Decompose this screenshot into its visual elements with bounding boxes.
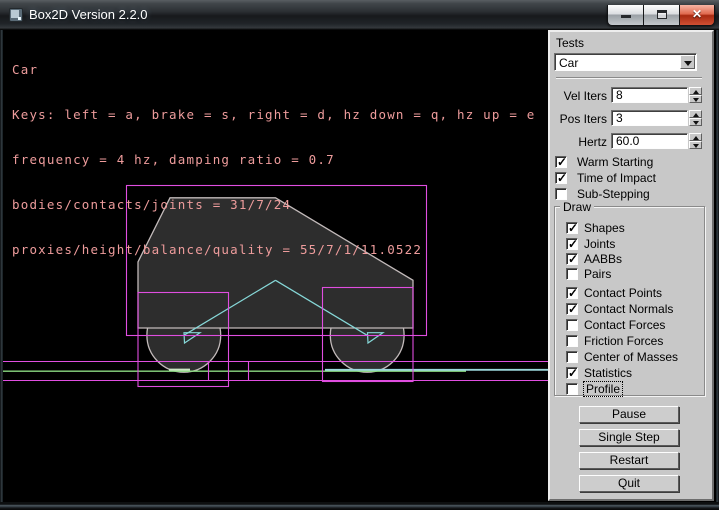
checkbox-icon xyxy=(566,268,578,280)
checkbox-label: Shapes xyxy=(584,221,625,235)
checkbox-icon xyxy=(555,156,567,168)
checkbox-icon xyxy=(566,351,578,363)
checkbox-icon xyxy=(566,383,578,395)
quit-button[interactable]: Quit xyxy=(579,475,679,492)
app-window: Box2D Version 2.2.0 ✕ xyxy=(0,0,719,510)
spin-up-button[interactable] xyxy=(689,87,702,95)
stats-readout: Car Keys: left = a, brake = s, right = d… xyxy=(12,32,536,287)
checkbox-icon xyxy=(566,367,578,379)
stats-line: Car xyxy=(12,62,536,77)
simulation-canvas[interactable]: Car Keys: left = a, brake = s, right = d… xyxy=(3,30,548,503)
stats-line: frequency = 4 hz, damping ratio = 0.7 xyxy=(12,152,536,167)
checkbox-icon xyxy=(566,335,578,347)
checkbox-label: Contact Normals xyxy=(584,302,673,316)
pos-iters-input[interactable] xyxy=(611,110,688,126)
spin-down-button[interactable] xyxy=(689,95,702,103)
pos-iters-label: Pos Iters xyxy=(551,112,607,126)
app-icon xyxy=(9,8,23,22)
tests-label: Tests xyxy=(556,36,584,50)
checkbox-label: Warm Starting xyxy=(577,155,653,169)
checkbox-icon xyxy=(566,319,578,331)
vel-iters-label: Vel Iters xyxy=(551,89,607,103)
window-controls: ✕ xyxy=(607,5,715,26)
spin-up-button[interactable] xyxy=(689,110,702,118)
checkbox-label: Contact Forces xyxy=(584,318,665,332)
checkbox-label: Statistics xyxy=(584,366,632,380)
checkbox-label: Center of Masses xyxy=(584,350,678,364)
chevron-down-icon xyxy=(684,61,692,66)
draw-group-title: Draw xyxy=(560,200,594,214)
stats-line: Keys: left = a, brake = s, right = d, hz… xyxy=(12,107,536,122)
spin-down-button[interactable] xyxy=(689,141,702,149)
checkbox-label: Joints xyxy=(584,237,615,251)
arrow-down-icon xyxy=(693,121,699,125)
checkbox-icon xyxy=(566,222,578,234)
checkbox-label: Profile xyxy=(584,382,622,396)
checkbox-label: Sub-Stepping xyxy=(577,187,650,201)
title-bar[interactable]: Box2D Version 2.2.0 ✕ xyxy=(0,0,719,30)
checkbox-label: Pairs xyxy=(584,267,611,281)
single-step-button[interactable]: Single Step xyxy=(579,429,679,446)
hertz-label: Hertz xyxy=(551,135,607,149)
checkbox-icon xyxy=(566,303,578,315)
tests-dropdown[interactable]: Car xyxy=(554,53,697,71)
control-panel: Tests Car Vel Iters Pos Iters Hertz War xyxy=(548,30,714,501)
arrow-up-icon xyxy=(693,90,699,94)
checkbox-label: Contact Points xyxy=(584,286,662,300)
close-icon: ✕ xyxy=(680,7,714,21)
minimize-button[interactable] xyxy=(608,5,644,25)
minimize-icon xyxy=(621,15,631,18)
checkbox-icon xyxy=(566,287,578,299)
arrow-down-icon xyxy=(693,144,699,148)
checkbox-icon xyxy=(566,253,578,265)
checkbox-icon xyxy=(566,238,578,250)
hertz-spinner xyxy=(689,133,702,149)
window-border-left xyxy=(0,30,3,510)
checkbox-icon xyxy=(555,172,567,184)
window-border-bottom xyxy=(0,502,719,510)
checkbox-label: Time of Impact xyxy=(577,171,656,185)
spin-up-button[interactable] xyxy=(689,133,702,141)
maximize-icon xyxy=(657,10,667,19)
restart-button[interactable]: Restart xyxy=(579,452,679,469)
vel-iters-input[interactable] xyxy=(611,87,688,103)
spin-down-button[interactable] xyxy=(689,118,702,126)
window-title: Box2D Version 2.2.0 xyxy=(29,7,148,22)
maximize-button[interactable] xyxy=(644,5,680,25)
arrow-down-icon xyxy=(693,98,699,102)
tests-dropdown-value: Car xyxy=(559,56,578,70)
checkbox-label: AABBs xyxy=(584,252,622,266)
pos-iters-spinner xyxy=(689,110,702,126)
vel-iters-spinner xyxy=(689,87,702,103)
checkbox-icon xyxy=(555,188,567,200)
stats-line: bodies/contacts/joints = 31/7/24 xyxy=(12,197,536,212)
checkbox-label: Friction Forces xyxy=(584,334,663,348)
tests-dropdown-button[interactable] xyxy=(680,55,695,69)
arrow-up-icon xyxy=(693,136,699,140)
close-button[interactable]: ✕ xyxy=(680,5,714,25)
separator xyxy=(556,77,702,79)
stats-line: proxies/height/balance/quality = 55/7/1/… xyxy=(12,242,536,257)
hertz-input[interactable] xyxy=(611,133,688,149)
arrow-up-icon xyxy=(693,113,699,117)
pause-button[interactable]: Pause xyxy=(579,406,679,423)
